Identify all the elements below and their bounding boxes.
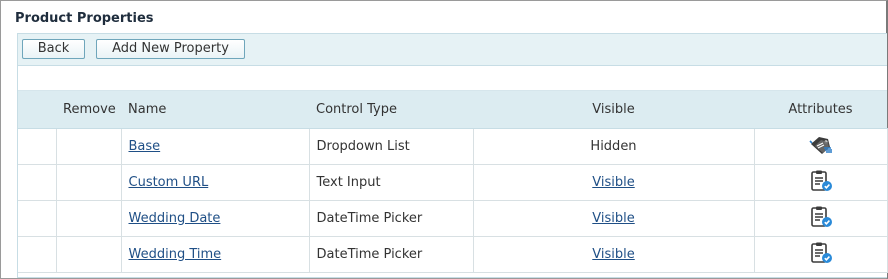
attributes-cell bbox=[753, 236, 888, 273]
remove-cell bbox=[55, 236, 122, 273]
select-column-header bbox=[18, 91, 56, 129]
attributes-column-header: Attributes bbox=[754, 91, 887, 129]
properties-table: Remove Name Control Type Visible Attribu… bbox=[18, 91, 888, 273]
select-cell bbox=[18, 128, 57, 165]
visibility-cell: Visible bbox=[472, 200, 755, 237]
toolbar-spacer bbox=[18, 66, 887, 91]
property-name-link[interactable]: Custom URL bbox=[129, 175, 209, 190]
add-new-property-button[interactable]: Add New Property bbox=[96, 39, 245, 59]
table-row: Wedding Date DateTime Picker Visible bbox=[18, 200, 888, 237]
attributes-cell bbox=[753, 164, 888, 201]
property-name-link[interactable]: Wedding Date bbox=[129, 211, 221, 226]
price-tags-icon[interactable] bbox=[808, 134, 834, 160]
page-title: Product Properties bbox=[15, 11, 154, 26]
control-type-column-header: Control Type bbox=[309, 91, 473, 129]
table-row: Wedding Time DateTime Picker Visible bbox=[18, 236, 888, 273]
select-cell bbox=[18, 164, 57, 201]
table-row: Custom URL Text Input Visible bbox=[18, 164, 888, 201]
control-type-cell: DateTime Picker bbox=[308, 236, 474, 273]
property-name-link[interactable]: Wedding Time bbox=[129, 247, 222, 262]
attributes-cell bbox=[753, 128, 888, 165]
property-name-link[interactable]: Base bbox=[129, 139, 161, 154]
control-type-cell: Text Input bbox=[308, 164, 474, 201]
name-cell: Wedding Date bbox=[120, 200, 310, 237]
name-column-header: Name bbox=[121, 91, 309, 129]
remove-cell bbox=[55, 128, 122, 165]
toolbar: Back Add New Property bbox=[18, 34, 887, 66]
control-type-cell: DateTime Picker bbox=[308, 200, 474, 237]
attributes-cell bbox=[753, 200, 888, 237]
name-cell: Base bbox=[120, 128, 310, 165]
visibility-cell: Visible bbox=[472, 164, 755, 201]
remove-cell bbox=[55, 200, 122, 237]
name-cell: Wedding Time bbox=[120, 236, 310, 273]
clipboard-edit-icon[interactable] bbox=[809, 205, 833, 233]
select-cell bbox=[18, 200, 57, 237]
clipboard-edit-icon[interactable] bbox=[809, 169, 833, 197]
visibility-toggle-link[interactable]: Visible bbox=[592, 175, 634, 190]
visibility-toggle-link[interactable]: Visible bbox=[592, 247, 634, 262]
remove-cell bbox=[55, 164, 122, 201]
table-header-row: Remove Name Control Type Visible Attribu… bbox=[18, 91, 887, 129]
table-row: Base Dropdown List Hidden bbox=[18, 128, 888, 165]
visibility-cell: Hidden bbox=[472, 128, 755, 165]
clipboard-edit-icon[interactable] bbox=[809, 241, 833, 269]
control-type-cell: Dropdown List bbox=[308, 128, 474, 165]
visibility-toggle-link[interactable]: Visible bbox=[592, 211, 634, 226]
remove-column-header: Remove bbox=[56, 91, 121, 129]
visibility-cell: Visible bbox=[472, 236, 755, 273]
select-cell bbox=[18, 236, 57, 273]
visible-column-header: Visible bbox=[473, 91, 754, 129]
name-cell: Custom URL bbox=[120, 164, 310, 201]
properties-panel: Back Add New Property Remove Name Contro… bbox=[17, 33, 888, 278]
back-button[interactable]: Back bbox=[22, 39, 85, 59]
